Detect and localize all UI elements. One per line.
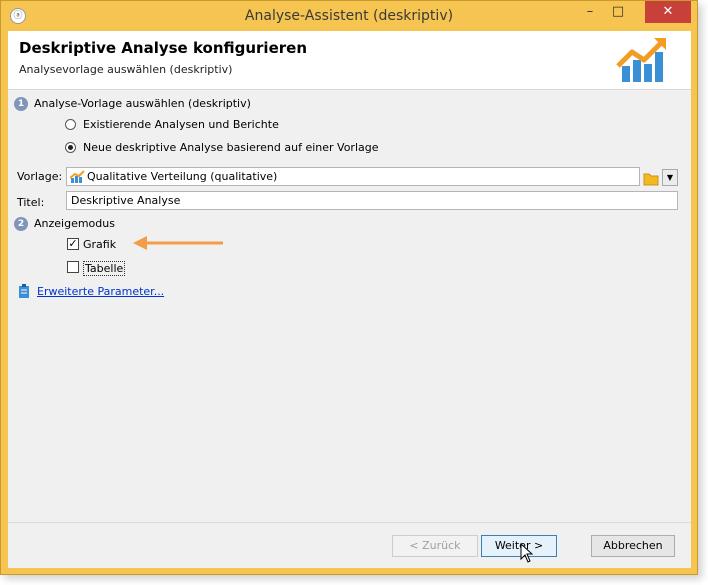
title-label: Titel: bbox=[17, 196, 45, 209]
chart-growth-logo bbox=[616, 38, 666, 82]
radio-existing-analyses-label[interactable]: Existierende Analysen und Berichte bbox=[83, 118, 279, 131]
step-1-badge: 1 bbox=[14, 97, 28, 111]
checkbox-grafik-label[interactable]: Grafik bbox=[83, 238, 116, 251]
step-1-label: Analyse-Vorlage auswählen (deskriptiv) bbox=[34, 97, 251, 110]
back-button[interactable]: < Zurück bbox=[392, 535, 478, 557]
title-input-value: Deskriptive Analyse bbox=[71, 194, 181, 207]
template-label: Vorlage: bbox=[17, 170, 63, 183]
maximize-button[interactable]: □ bbox=[605, 1, 631, 23]
checkbox-grafik[interactable]: ✓ bbox=[67, 238, 79, 250]
radio-existing-analyses[interactable] bbox=[65, 119, 76, 130]
template-select[interactable]: Qualitative Verteilung (qualitative) bbox=[66, 167, 640, 186]
dialog-client: Deskriptive Analyse konfigurieren Analys… bbox=[8, 31, 691, 568]
title-bar: ⓐ Analyse-Assistent (deskriptiv) – □ ✕ bbox=[1, 1, 697, 31]
wizard-window: ⓐ Analyse-Assistent (deskriptiv) – □ ✕ D… bbox=[0, 0, 698, 575]
cancel-button[interactable]: Abbrechen bbox=[591, 535, 675, 557]
folder-icon[interactable] bbox=[642, 170, 660, 187]
dialog-header: Deskriptive Analyse konfigurieren Analys… bbox=[8, 31, 691, 90]
dialog-content: 1 Analyse-Vorlage auswählen (deskriptiv)… bbox=[8, 90, 691, 522]
template-value: Qualitative Verteilung (qualitative) bbox=[87, 170, 278, 183]
dialog-footer: < Zurück Weiter > Abbrechen bbox=[8, 522, 691, 568]
clipboard-icon bbox=[19, 284, 29, 298]
title-input[interactable]: Deskriptive Analyse bbox=[66, 191, 678, 210]
chart-icon bbox=[70, 170, 85, 183]
radio-new-analysis[interactable] bbox=[65, 142, 76, 153]
step-2-label: Anzeigemodus bbox=[34, 217, 115, 230]
annotation-arrow bbox=[133, 236, 223, 250]
checkbox-tabelle[interactable] bbox=[67, 261, 79, 273]
mouse-cursor-icon bbox=[520, 543, 534, 563]
next-button[interactable]: Weiter > bbox=[481, 535, 557, 557]
advanced-parameters-link[interactable]: Erweiterte Parameter... bbox=[37, 285, 164, 298]
radio-new-analysis-label[interactable]: Neue deskriptive Analyse basierend auf e… bbox=[83, 141, 379, 154]
checkbox-tabelle-label[interactable]: Tabelle bbox=[83, 261, 126, 276]
close-button[interactable]: ✕ bbox=[645, 1, 691, 23]
chevron-down-icon[interactable]: ▼ bbox=[662, 169, 678, 186]
page-title: Deskriptive Analyse konfigurieren bbox=[19, 39, 307, 57]
page-subtitle: Analysevorlage auswählen (deskriptiv) bbox=[19, 63, 233, 76]
minimize-button[interactable]: – bbox=[577, 1, 603, 23]
step-2-badge: 2 bbox=[14, 217, 28, 231]
